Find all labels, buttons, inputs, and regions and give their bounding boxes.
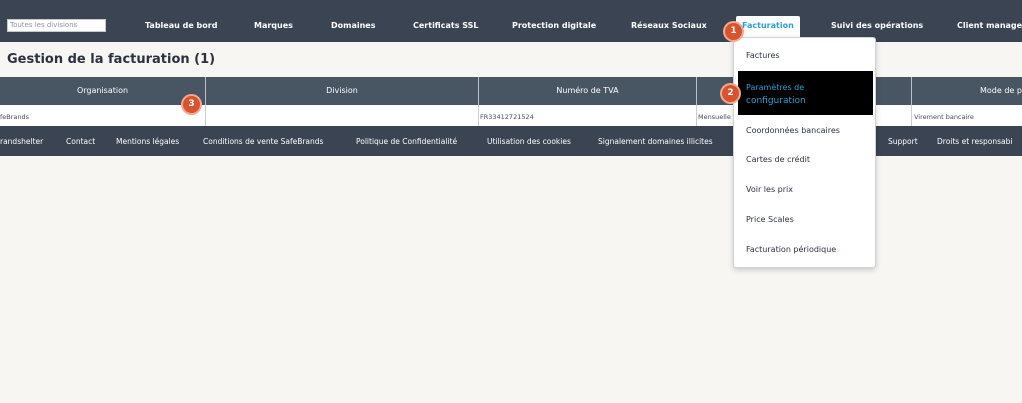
cell-mode-de-paiement: Virement bancaire [914,113,974,121]
nav-tableau-de-bord[interactable]: Tableau de bord [145,21,217,31]
menu-item-coordonnees-bancaires[interactable]: Coordonnées bancaires [746,125,840,137]
column-header-numero-tva[interactable]: Numéro de TVA [479,77,697,105]
page-title: Gestion de la facturation (1) [7,52,216,67]
menu-item-facturation-periodique[interactable]: Facturation périodique [746,244,836,256]
nav-reseaux-sociaux[interactable]: Réseaux Sociaux [631,21,707,31]
footer-link-signalement-domaines[interactable]: Signalement domaines illicites [598,137,713,147]
step-badge-3: 3 [183,96,200,113]
footer-link-conditions-de-vente[interactable]: Conditions de vente SafeBrands [203,137,323,147]
menu-item-cartes-de-credit[interactable]: Cartes de crédit [746,154,810,166]
nav-client-manager[interactable]: Client manage [957,21,1022,31]
footer-link-politique-confidentialite[interactable]: Politique de Confidentialité [356,137,457,147]
nav-domaines[interactable]: Domaines [331,21,376,31]
footer-link-support[interactable]: Support [888,137,918,147]
menu-item-factures[interactable]: Factures [746,50,780,62]
chevron-down-icon[interactable]: ▼ [96,19,102,31]
menu-item-parametres-label: Paramètres de configuration [746,83,806,106]
footer-link-utilisation-cookies[interactable]: Utilisation des cookies [487,137,571,147]
nav-certificats-ssl[interactable]: Certificats SSL [413,21,479,31]
nav-suivi-des-operations[interactable]: Suivi des opérations [831,21,923,31]
facturation-dropdown-menu: Factures Paramètres de configuration Coo… [733,37,876,268]
footer-link-droits-responsabilites[interactable]: Droits et responsabi [937,137,1012,147]
footer-link-mentions-legales[interactable]: Mentions légales [116,137,179,147]
column-header-division[interactable]: Division [206,77,479,105]
column-header-mode-de-paiement[interactable]: Mode de p [912,77,1022,105]
cell-organisation: feBrands [0,105,206,126]
cell-division [206,105,479,126]
nav-marques[interactable]: Marques [254,21,293,31]
step-badge-1: 1 [725,23,742,40]
top-strip [0,0,1022,10]
footer-link-contact[interactable]: Contact [66,137,95,147]
column-header-organisation[interactable]: Organisation [0,77,206,105]
step-badge-2: 2 [722,85,739,102]
nav-facturation[interactable]: Facturation [736,16,800,38]
cell-numero-tva: FR33412721524 [479,105,697,126]
menu-item-price-scales[interactable]: Price Scales [746,214,794,226]
menu-item-voir-les-prix[interactable]: Voir les prix [746,184,793,196]
nav-protection-digitale[interactable]: Protection digitale [512,21,596,31]
division-select[interactable]: Toutes les divisions [7,19,106,32]
footer-link-brandshelter[interactable]: randshelter [0,137,43,147]
menu-item-parametres-de-configuration[interactable]: Paramètres de configuration [738,71,873,115]
